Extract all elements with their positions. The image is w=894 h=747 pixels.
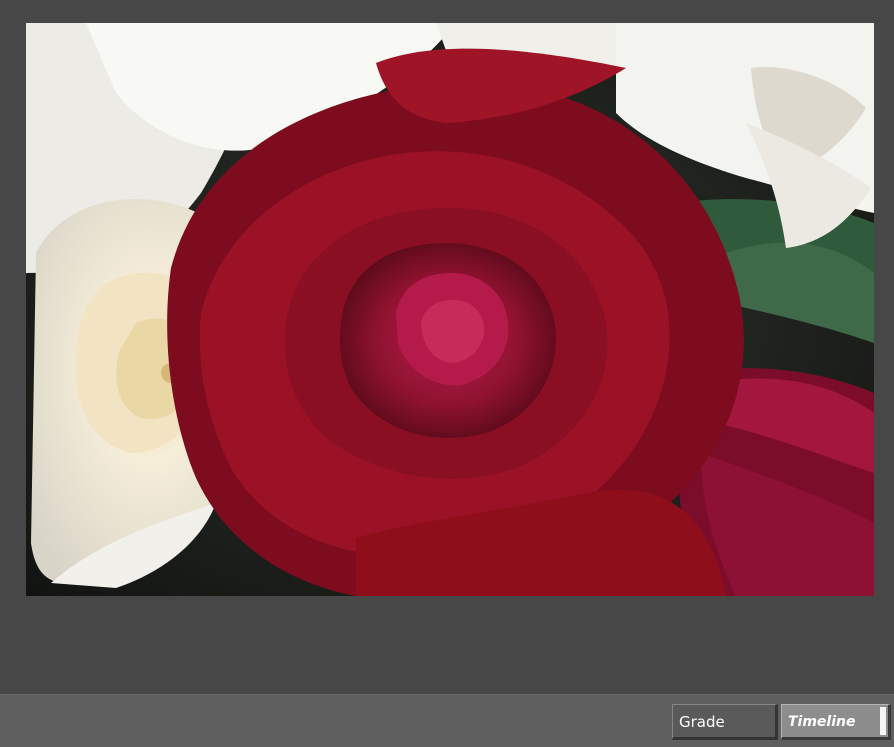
timeline-button-label: Timeline [788,714,856,730]
grade-button[interactable]: Grade [672,704,778,740]
viewer-image [26,23,874,596]
image-viewer[interactable] [26,23,874,596]
timeline-button[interactable]: Timeline [781,704,891,740]
bottom-toolbar: Grade Timeline [0,694,894,747]
selected-indicator-icon [880,707,886,735]
app-window: Grade Timeline [0,0,894,747]
